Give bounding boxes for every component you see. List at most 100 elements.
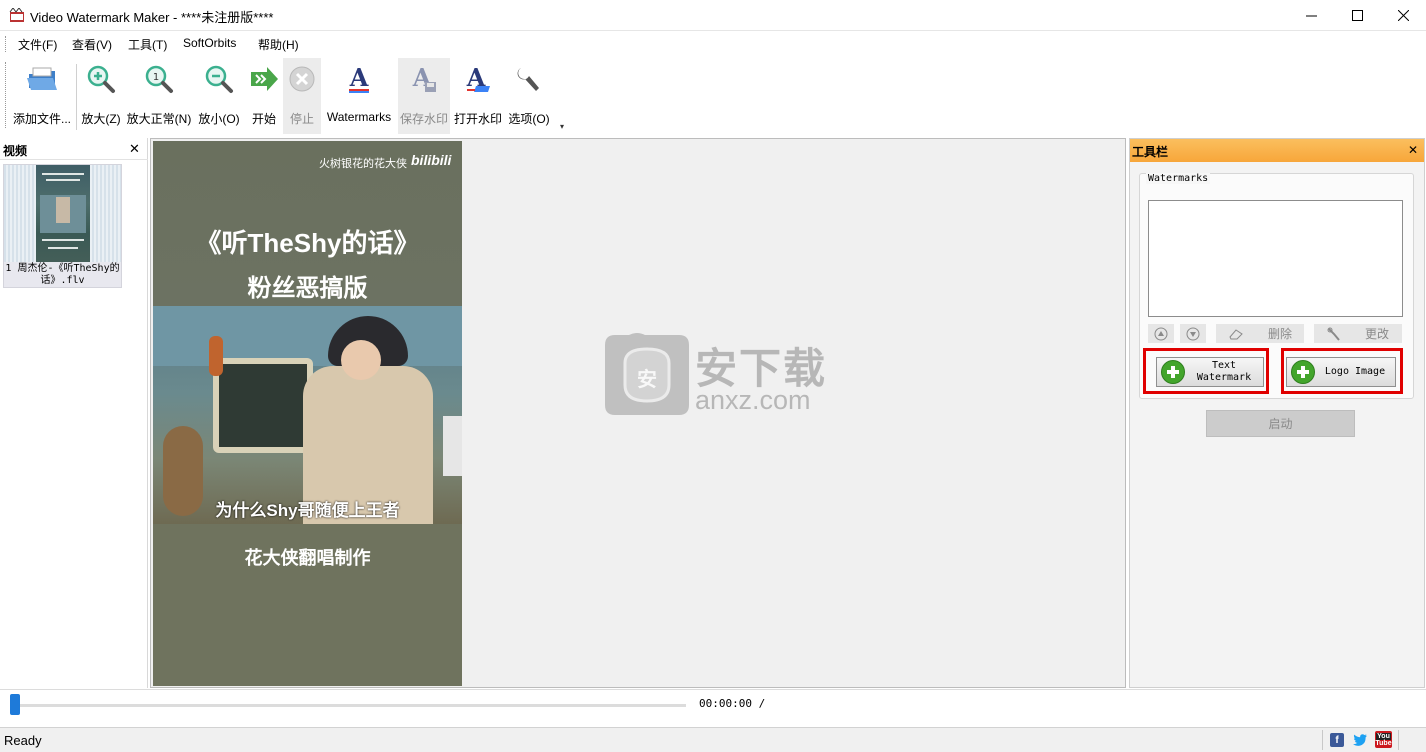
menu-bar: 文件(F) 查看(V) 工具(T) SoftOrbits 帮助(H) [0, 31, 1426, 56]
tools-panel-header: 工具栏 ✕ [1130, 139, 1424, 162]
start-arrow-icon [247, 62, 281, 96]
video-subtitle1: 为什么Shy哥随便上王者 [215, 501, 400, 520]
add-files-icon [25, 62, 59, 96]
run-start-button[interactable]: 启动 [1206, 410, 1355, 437]
svg-text:1: 1 [153, 72, 159, 83]
delete-watermark-label: 删除 [1267, 327, 1292, 341]
menu-tools[interactable]: 工具(T) [128, 36, 167, 53]
tools-panel-title: 工具栏 [1132, 145, 1169, 159]
move-down-icon [1186, 327, 1200, 340]
options-button[interactable]: 选项(O) [506, 58, 552, 134]
move-down-button[interactable] [1180, 324, 1206, 343]
site-watermark-badge: 安 [637, 369, 657, 391]
open-watermark-icon: A [461, 62, 495, 96]
edit-watermark-button[interactable]: 更改 [1314, 324, 1402, 343]
video-panel-title: 视频 [3, 144, 28, 158]
menu-file[interactable]: 文件(F) [18, 36, 57, 53]
video-site-logo: bilibili [411, 152, 452, 168]
menu-help[interactable]: 帮助(H) [258, 36, 299, 53]
video-panel: 视频 ✕ 1 周杰伦-《听TheShy的话》.flv [0, 138, 148, 688]
start-button[interactable]: 开始 [244, 58, 284, 134]
move-up-button[interactable] [1148, 324, 1174, 343]
menu-grip [5, 36, 7, 52]
start-label: 开始 [251, 112, 276, 126]
title-bar: Video Watermark Maker - ****未注册版**** [0, 0, 1426, 31]
watermarks-icon: A [342, 62, 376, 96]
watermarks-label: Watermarks [326, 110, 392, 124]
video-frame: 火树银花的花大侠 bilibili 《听TheShy的话》 粉丝恶搞版 为什么S… [153, 141, 462, 686]
add-files-button[interactable]: 添加文件... [10, 58, 74, 134]
video-panel-header: 视频 ✕ [0, 138, 148, 160]
app-icon [9, 8, 24, 22]
video-filename: 1 周杰伦-《听TheShy的话》.flv [5, 263, 120, 286]
stop-label: 停止 [289, 112, 314, 126]
logo-image-highlight: Logo Image [1281, 348, 1403, 394]
options-wrench-icon [512, 62, 546, 96]
video-thumbnail-image [36, 165, 90, 262]
open-watermark-label: 打开水印 [453, 112, 502, 126]
add-logo-image-label: Logo Image [1324, 366, 1386, 377]
video-list-item[interactable]: 1 周杰伦-《听TheShy的话》.flv [3, 164, 122, 288]
zoom-out-label: 放小(O) [198, 112, 240, 126]
plus-circle-icon [1291, 360, 1315, 384]
watermarks-group-label: Watermarks [1146, 173, 1211, 184]
video-title-line1: 《听TheShy的话》 [195, 228, 420, 258]
watermarks-button[interactable]: A Watermarks [322, 58, 396, 134]
zoom-in-icon [84, 62, 118, 96]
status-separator [1398, 730, 1399, 750]
plus-circle-icon [1161, 360, 1185, 384]
zoom-in-label: 放大(Z) [81, 112, 121, 126]
maximize-button[interactable] [1334, 0, 1380, 31]
status-separator [1322, 730, 1323, 750]
site-watermark-en: anxz.com [695, 385, 811, 415]
scene-wall [153, 306, 462, 366]
add-logo-image-button[interactable]: Logo Image [1286, 357, 1396, 387]
add-text-watermark-button[interactable]: Text Watermark [1156, 357, 1264, 387]
open-watermark-button[interactable]: A 打开水印 [452, 58, 504, 134]
options-label: 选项(O) [508, 112, 550, 126]
edit-wrench-icon [1327, 327, 1340, 341]
video-frame-scene [153, 306, 462, 524]
video-channel-name: 火树银花的花大侠 [319, 158, 407, 170]
menu-view[interactable]: 查看(V) [72, 36, 112, 53]
toolbar-overflow-icon[interactable]: ▾ [560, 122, 564, 131]
video-title-line2: 粉丝恶搞版 [247, 275, 368, 302]
video-subtitle2: 花大侠翻唱制作 [244, 548, 371, 568]
close-button[interactable] [1380, 0, 1426, 31]
delete-watermark-button[interactable]: 删除 [1216, 324, 1304, 343]
timeline: 00:00:00 / [0, 689, 1426, 726]
stop-icon [285, 62, 319, 96]
save-watermark-button[interactable]: A 保存水印 [398, 58, 450, 134]
scene-easel [213, 358, 313, 453]
minimize-button[interactable] [1288, 0, 1334, 31]
zoom-normal-button[interactable]: 1 放大正常(N) [124, 58, 194, 134]
window-title: Video Watermark Maker - ****未注册版**** [30, 10, 274, 25]
save-watermark-label: 保存水印 [399, 112, 448, 126]
text-watermark-highlight: Text Watermark [1143, 348, 1269, 394]
zoom-in-button[interactable]: 放大(Z) [80, 58, 122, 134]
video-thumbnail [4, 165, 121, 262]
zoom-out-button[interactable]: 放小(O) [196, 58, 242, 134]
minimize-icon [1305, 15, 1317, 17]
timeline-time: 00:00:00 / [699, 697, 766, 710]
scene-face [341, 340, 381, 380]
move-up-icon [1154, 327, 1168, 340]
facebook-icon[interactable]: f [1330, 733, 1344, 747]
timeline-track[interactable] [10, 704, 686, 707]
youtube-icon[interactable]: You Tube [1375, 731, 1392, 748]
maximize-icon [1351, 10, 1363, 21]
menu-softorbits[interactable]: SoftOrbits [183, 36, 236, 50]
zoom-out-icon [202, 62, 236, 96]
tools-panel-close-icon[interactable]: ✕ [1408, 143, 1418, 157]
watermarks-group: Watermarks 删除 更改 Text Watermark Logo Ima… [1139, 173, 1414, 399]
save-watermark-icon: A [407, 62, 441, 96]
video-panel-close-icon[interactable]: ✕ [129, 141, 140, 157]
svg-text:A: A [349, 64, 369, 92]
timeline-slider-thumb[interactable] [10, 694, 20, 715]
twitter-icon[interactable] [1353, 733, 1367, 747]
eraser-delete-icon [1229, 328, 1243, 339]
stop-button[interactable]: 停止 [283, 58, 321, 134]
toolbar-grip [5, 62, 7, 128]
zoom-normal-icon: 1 [142, 62, 176, 96]
watermarks-list[interactable] [1148, 200, 1403, 317]
